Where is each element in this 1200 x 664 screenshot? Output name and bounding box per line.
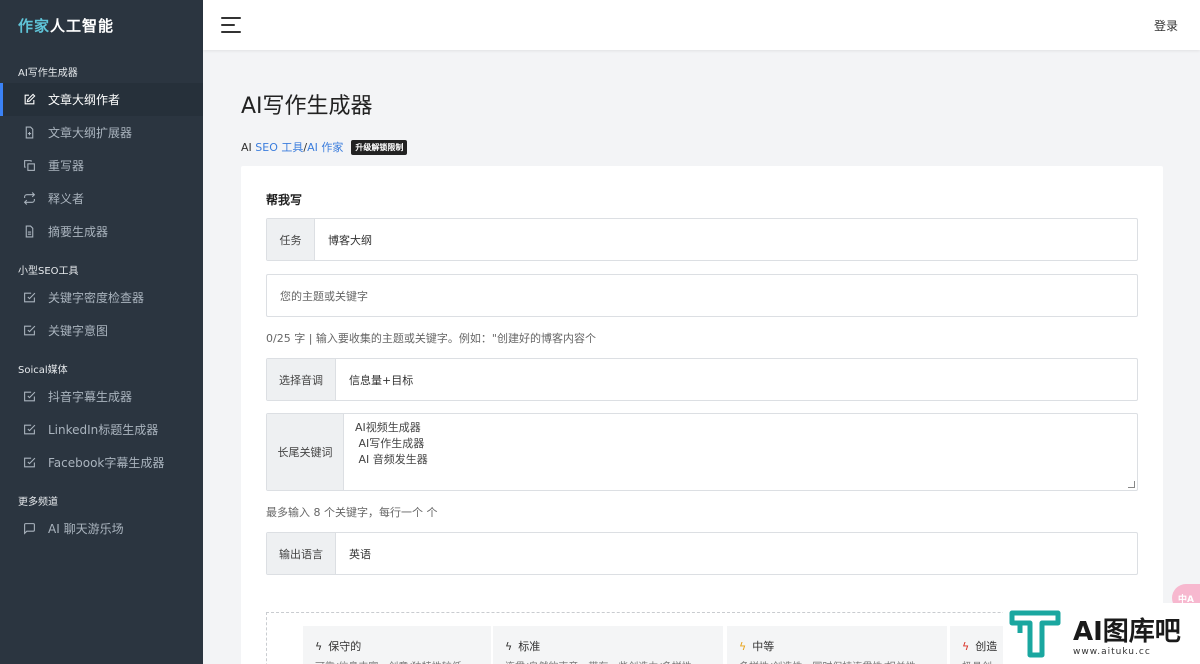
writer-form-card: 帮我写 任务 博客大纲 您的主题或关键字 0/25 字 | 输入要收集的主题或关… <box>241 166 1186 664</box>
check-square-icon <box>22 390 36 404</box>
sidebar-item-label: Facebook字幕生成器 <box>48 456 165 470</box>
watermark-text: AI图库吧 <box>1073 617 1181 647</box>
repeat-icon <box>22 192 36 206</box>
bolt-icon: ϟ <box>505 639 513 653</box>
sidebar-item[interactable]: 重写器 <box>0 149 203 182</box>
watermark: AI图库吧 www.aituku.cc <box>1003 603 1200 664</box>
sidebar-item-label: 抖音字幕生成器 <box>48 390 133 404</box>
bolt-icon: ϟ <box>739 639 747 653</box>
sidebar-item-label: 关键字密度检查器 <box>48 291 145 305</box>
sidebar-item[interactable]: LinkedIn标题生成器 <box>0 413 203 446</box>
topic-hint: 0/25 字 | 输入要收集的主题或关键字。例如："创建好的博客内容个 <box>266 332 596 345</box>
sidebar-item-label: 关键字意图 <box>48 324 109 338</box>
task-label: 任务 <box>267 219 315 260</box>
top-bar: 登录 <box>203 0 1200 50</box>
check-square-icon <box>22 291 36 305</box>
sidebar-item[interactable]: Facebook字幕生成器 <box>0 446 203 479</box>
sidebar-section-title: 更多频道 <box>18 497 58 508</box>
watermark-logo-icon <box>1009 610 1061 658</box>
sidebar-item[interactable]: 关键字密度检查器 <box>0 281 203 314</box>
keywords-hint: 最多输入 8 个关键字，每行一个 个 <box>266 506 438 519</box>
brand-rest: 人工智能 <box>50 16 115 35</box>
menu-toggle-icon[interactable] <box>221 17 241 33</box>
resize-handle-icon[interactable] <box>1128 481 1135 488</box>
sidebar-item[interactable]: 关键字意图 <box>0 314 203 347</box>
form-title: 帮我写 <box>266 193 303 207</box>
sidebar-item-label: 文章大纲扩展器 <box>48 126 133 140</box>
tone-option-name: 中等 <box>752 640 775 653</box>
tone-option[interactable]: ϟ创造极具创 <box>950 626 1010 664</box>
tone-option-desc: 可靠/信息丰富，创意/独特性较低 <box>315 658 491 664</box>
tone-select[interactable]: 选择音调 信息量+目标 <box>266 358 1138 401</box>
sidebar-section-title: Soical媒体 <box>18 365 68 376</box>
breadcrumb: AI SEO 工具 / AI 作家 升级解锁限制 <box>241 139 408 155</box>
keywords-textarea[interactable]: 长尾关键词 AI视频生成器 AI写作生成器 AI 音频发生器 <box>266 413 1138 491</box>
sidebar-item-label: LinkedIn标题生成器 <box>48 423 159 437</box>
tone-option-desc: 多样性/创造性，同时保持连贯性/相关性 <box>739 658 947 664</box>
bolt-icon: ϟ <box>315 639 323 653</box>
sidebar-item-label: 释义者 <box>48 192 85 206</box>
bolt-icon: ϟ <box>962 639 970 653</box>
task-value: 博客大纲 <box>328 233 372 247</box>
check-square-icon <box>22 456 36 470</box>
watermark-url: www.aituku.cc <box>1073 647 1151 657</box>
main-content: AI写作生成器 AI SEO 工具 / AI 作家 升级解锁限制 帮我写 任务 … <box>203 50 1200 664</box>
sidebar-item[interactable]: 释义者 <box>0 182 203 215</box>
edit-icon <box>22 93 36 107</box>
tone-value: 信息量+目标 <box>349 373 414 387</box>
tone-option[interactable]: ϟ 标准连贯/自然的声音，带有一些创造力/多样性 <box>493 626 723 664</box>
check-square-icon <box>22 324 36 338</box>
brand-accent: 作家 <box>18 16 51 35</box>
sidebar-item-label: 重写器 <box>48 159 85 173</box>
keywords-label: 长尾关键词 <box>267 414 344 490</box>
tone-option-name: 保守的 <box>328 640 362 653</box>
file-plus-icon <box>22 126 36 140</box>
breadcrumb-writer-link[interactable]: AI 作家 <box>307 139 343 155</box>
sidebar-section-title: AI写作生成器 <box>18 68 78 79</box>
tone-option-name: 创造 <box>975 640 998 653</box>
login-link[interactable]: 登录 <box>1154 17 1178 34</box>
language-value: 英语 <box>349 547 371 561</box>
check-square-icon <box>22 423 36 437</box>
tone-option[interactable]: ϟ 保守的可靠/信息丰富，创意/独特性较低 <box>303 626 491 664</box>
breadcrumb-prefix: AI <box>241 140 256 154</box>
sidebar-nav: AI写作生成器文章大纲作者 文章大纲扩展器 重写器释义者摘要生成器小型SEO工具关键… <box>0 64 203 545</box>
sidebar-item-label: 文章大纲作者 <box>48 93 121 107</box>
file-text-icon <box>22 225 36 239</box>
tone-option[interactable]: ϟ 中等多样性/创造性，同时保持连贯性/相关性 <box>727 626 947 664</box>
tone-option-name: 标准 <box>518 640 541 653</box>
sidebar-item[interactable]: 抖音字幕生成器 <box>0 380 203 413</box>
language-label: 输出语言 <box>267 533 336 574</box>
language-select[interactable]: 输出语言 英语 <box>266 532 1138 575</box>
keywords-value: AI视频生成器 AI写作生成器 AI 音频发生器 <box>355 421 428 466</box>
tone-label: 选择音调 <box>267 359 336 400</box>
tone-option-desc: 连贯/自然的声音，带有一些创造力/多样性 <box>505 658 723 664</box>
page-title: AI写作生成器 <box>241 94 373 119</box>
sidebar-item[interactable]: 摘要生成器 <box>0 215 203 248</box>
brand-logo[interactable]: 作家 人工智能 <box>0 0 203 50</box>
message-icon <box>22 522 36 536</box>
sidebar-item[interactable]: AI 聊天游乐场 <box>0 512 203 545</box>
sidebar: 作家 人工智能 AI写作生成器文章大纲作者 文章大纲扩展器 重写器释义者摘要生成器小型… <box>0 0 203 664</box>
sidebar-section-title: 小型SEO工具 <box>18 266 79 277</box>
upgrade-badge[interactable]: 升级解锁限制 <box>351 139 408 155</box>
sidebar-item-label: 摘要生成器 <box>48 225 109 239</box>
sidebar-item[interactable]: 文章大纲作者 <box>0 83 203 116</box>
task-select[interactable]: 任务 博客大纲 <box>266 218 1138 261</box>
sidebar-item-label: AI 聊天游乐场 <box>48 522 124 536</box>
copy-icon <box>22 159 36 173</box>
topic-input[interactable]: 您的主题或关键字 <box>266 274 1138 317</box>
sidebar-item[interactable]: 文章大纲扩展器 <box>0 116 203 149</box>
breadcrumb-seo-link[interactable]: SEO 工具 <box>255 139 303 155</box>
